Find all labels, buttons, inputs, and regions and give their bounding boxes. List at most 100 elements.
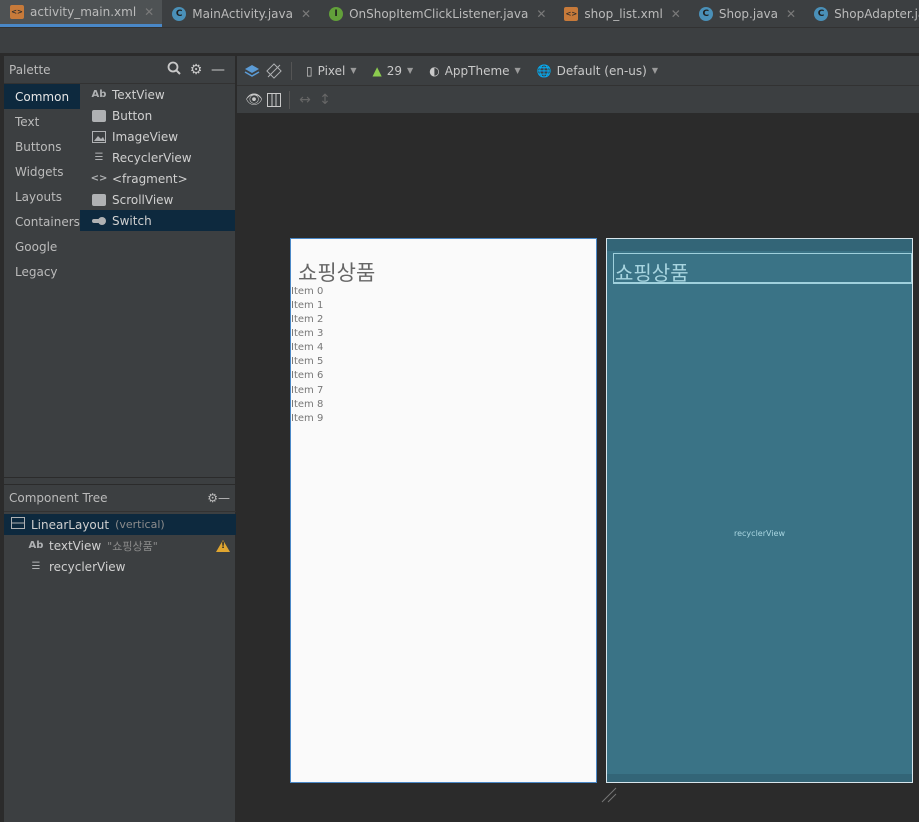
component-tree-title: Component Tree [9,491,108,505]
tab-shop-list-xml[interactable]: <> shop_list.xml ✕ [554,0,688,27]
category-buttons[interactable]: Buttons [4,134,80,159]
blueprint-textview[interactable]: 쇼핑상품 [613,253,912,285]
tree-item-label: textView [49,538,102,553]
design-preview[interactable]: 쇼핑상품 Item 0 Item 1 Item 2 Item 3 Item 4 … [290,238,597,783]
close-icon[interactable]: ✕ [144,5,154,19]
blueprint-toggle-icon[interactable] [265,92,283,108]
toolbar-divider [289,90,290,109]
orientation-icon[interactable] [265,62,283,79]
list-item: Item 1 [291,300,324,311]
tab-label: OnShopItemClickListener.java [349,6,529,21]
palette-title: Palette [9,62,51,77]
blueprint-recyclerview-label[interactable]: recyclerView [607,529,912,538]
widget-label: ImageView [112,129,179,144]
widget-switch[interactable]: Switch [80,210,235,231]
eye-icon[interactable]: 👁 [245,92,263,108]
widget-imageview[interactable]: ImageView [80,126,235,147]
minimize-icon[interactable]: — [218,491,230,505]
globe-icon: 🌐 [536,63,552,78]
tab-label: activity_main.xml [30,5,137,19]
tab-on-shop-item-click-listener[interactable]: I OnShopItemClickListener.java ✕ [319,0,554,27]
xml-file-icon: <> [10,5,24,19]
category-widgets[interactable]: Widgets [4,159,80,184]
category-legacy[interactable]: Legacy [4,259,80,284]
category-common[interactable]: Common [4,84,80,109]
tab-label: shop_list.xml [584,6,663,21]
tab-main-activity-java[interactable]: C MainActivity.java ✕ [162,0,319,27]
category-containers[interactable]: Containers [4,209,80,234]
search-icon[interactable] [163,61,185,79]
code-icon: <> [90,173,108,184]
tab-label: Shop.java [718,6,778,21]
tree-item-textview[interactable]: Ab textView "쇼핑상품" [4,535,236,556]
resize-handle-icon[interactable] [600,786,618,804]
theme-label: AppTheme [444,63,510,78]
blueprint-nav-bar [607,774,912,782]
close-icon[interactable]: ✕ [536,7,546,21]
tree-item-linearlayout[interactable]: LinearLayout (vertical) [4,514,236,535]
theme-selector[interactable]: ◐ AppTheme ▼ [423,60,526,82]
tab-activity-main-xml[interactable]: <> activity_main.xml ✕ [0,0,163,27]
blueprint-title: 쇼핑상품 [615,261,689,285]
tab-shop-java[interactable]: C Shop.java ✕ [689,0,804,27]
android-icon: ▲ [372,63,382,78]
list-item: Item 6 [291,370,324,381]
image-icon [92,130,106,143]
blueprint-preview[interactable]: 쇼핑상품 recyclerView [606,238,913,783]
tree-item-label: LinearLayout [31,517,110,532]
close-icon[interactable]: ✕ [671,7,681,21]
gear-icon[interactable]: ⚙ [207,491,218,505]
tab-shop-adapter-java[interactable]: C ShopAdapter.java ✕ [804,0,919,27]
api-level-label: 29 [386,63,403,78]
close-icon[interactable]: ✕ [301,7,311,21]
switch-icon [92,215,106,227]
widget-recyclerview[interactable]: ☰ RecyclerView [80,147,235,168]
design-toolbar: ▯ Pixel ▼ ▲ 29 ▼ ◐ AppTheme ▼ 🌐 Default … [237,56,919,86]
widget-button[interactable]: Button [80,105,235,126]
chevron-down-icon: ▼ [350,66,357,75]
tree-item-recyclerview[interactable]: ☰ recyclerView [4,556,236,577]
locale-label: Default (en-us) [556,63,647,78]
widget-textview[interactable]: Ab TextView [80,84,235,105]
palette-body: Common Text Buttons Widgets Layouts Cont… [4,84,235,478]
preview-title[interactable]: 쇼핑상품 [298,257,375,287]
widget-scrollview[interactable]: ScrollView [80,189,235,210]
view-options-toolbar: 👁 ↔ ↕ [237,86,919,114]
linear-layout-icon [11,517,25,532]
palette-categories: Common Text Buttons Widgets Layouts Cont… [4,84,80,477]
class-icon: C [814,6,829,21]
blueprint-status-bar [607,239,912,251]
locale-selector[interactable]: 🌐 Default (en-us) ▼ [531,60,664,82]
toolbar-divider [291,61,292,80]
tree-item-label: recyclerView [49,559,126,574]
widget-label: ScrollView [112,192,174,207]
layers-icon[interactable] [243,63,261,79]
palette-widgets: Ab TextView Button ImageView ☰ RecyclerV… [80,84,235,477]
chevron-down-icon: ▼ [407,66,414,75]
minimize-icon[interactable]: — [207,62,229,78]
category-google[interactable]: Google [4,234,80,259]
gear-icon[interactable]: ⚙ [185,62,207,78]
left-panel: Palette ⚙ — Common Text Buttons Widgets … [4,56,236,822]
widget-fragment[interactable]: <> <fragment> [80,168,235,189]
xml-file-icon: <> [564,6,579,21]
list-icon: ☰ [94,152,104,163]
expand-horizontal-icon[interactable]: ↔ [296,92,314,108]
button-icon [92,109,106,122]
device-label: Pixel [317,63,346,78]
warning-icon[interactable] [216,539,230,552]
category-text[interactable]: Text [4,109,80,134]
list-icon: ☰ [31,561,41,572]
api-level-selector[interactable]: ▲ 29 ▼ [367,60,420,82]
list-item: Item 5 [291,356,324,367]
chevron-down-icon: ▼ [514,66,521,75]
tree-item-hint: (vertical) [115,518,165,531]
close-icon[interactable]: ✕ [786,7,796,21]
expand-vertical-icon[interactable]: ↕ [316,92,334,108]
category-layouts[interactable]: Layouts [4,184,80,209]
widget-label: TextView [112,87,165,102]
scroll-icon [92,193,106,206]
phone-icon: ▯ [306,63,313,78]
device-selector[interactable]: ▯ Pixel ▼ [300,60,363,82]
interface-icon: I [329,6,344,21]
